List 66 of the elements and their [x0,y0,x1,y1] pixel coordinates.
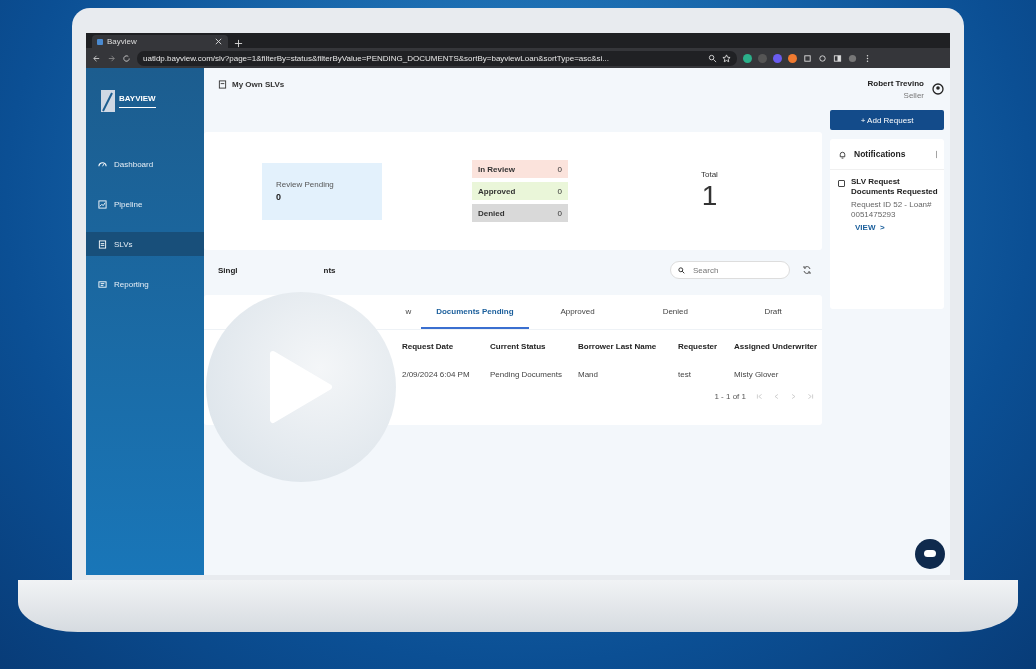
search-icon [678,266,685,274]
add-request-button[interactable]: + Add Request [830,110,944,130]
column-header[interactable]: Requester [678,342,718,351]
avatar-icon[interactable] [932,83,944,95]
nav-item[interactable]: SLVs [86,232,204,256]
logo-text: BAYVIEW [119,94,156,108]
play-icon [269,350,333,424]
tile-value: 0 [276,192,282,202]
bell-icon [838,149,847,159]
star-icon[interactable] [722,53,731,63]
search-icon[interactable] [708,53,717,63]
nav-item[interactable]: Reporting [86,272,204,296]
reload-icon[interactable] [122,53,131,63]
status-count-row: In Review 0 [472,160,568,178]
status-count-row: Approved 0 [472,182,568,200]
notification-title: SLV Request Documents Requested [851,177,939,197]
total-value: 1 [701,178,718,213]
nav-item[interactable]: Pipeline [86,192,204,216]
chat-button[interactable] [915,539,945,569]
user-name: Robert Trevino [867,78,924,88]
new-tab-icon[interactable] [234,39,243,48]
status-count-row: Denied 0 [472,204,568,222]
filter-tab[interactable]: Documents Pending [421,295,529,329]
circle-icon[interactable] [818,53,827,63]
logo-icon [100,89,116,113]
table-cell: test [678,370,691,379]
document-icon [98,239,107,249]
view-link[interactable]: VIEW > [855,223,940,232]
column-header[interactable]: Assigned Underwriter [734,342,818,351]
sidebar-icon[interactable] [833,53,842,63]
report-icon [98,279,107,289]
close-icon[interactable] [214,37,223,46]
refresh-icon[interactable] [802,265,812,275]
nav-item[interactable]: Dashboard [86,152,204,176]
column-header[interactable]: Request Date [402,342,454,351]
browser-tab[interactable]: Bayview [92,35,228,48]
table-cell: 2/09/2024 6:04 PM [402,370,470,379]
filter-tab[interactable]: Denied [626,295,725,329]
more-icon[interactable] [935,149,938,159]
gauge-icon [98,159,107,169]
page-title: My Own SLVs [232,79,285,89]
notifications-title: Notifications [854,149,906,159]
search-field[interactable]: Search [670,261,790,279]
document-icon [218,79,227,89]
user-role: Seller [903,90,924,100]
back-icon[interactable] [92,53,101,63]
table-cell: Mand [578,370,598,379]
chat-icon [923,549,937,559]
column-header[interactable]: Current Status [490,342,546,351]
checkbox[interactable] [838,180,845,187]
column-header[interactable]: Borrower Last Name [578,342,657,351]
filter-tab[interactable]: w [395,295,422,329]
table-cell: Pending Documents [490,370,563,379]
section-title: nts [323,265,336,275]
profile-icon[interactable] [848,53,857,63]
chart-icon [98,199,107,209]
table-cell: Misty Glover [734,370,779,379]
forward-icon[interactable] [107,53,116,63]
pagination-range: 1 - 1 of 1 [714,391,746,401]
filter-tab[interactable]: Approved [528,295,627,329]
filter-tab[interactable]: Draft [724,295,822,329]
address-bar[interactable]: uatldp.bayview.com/slv?page=1&filterBy=status&filterByValue=PENDING_DOCUMENTS&sortBy=bayviewLoan&sortType=asc&si... [137,50,737,66]
tile-label: Review Pending [276,180,335,189]
notification-detail: Request ID 52 - Loan# 0051475293 [851,200,933,220]
section-title: Singl [218,265,238,275]
total-label: Total [701,169,718,179]
